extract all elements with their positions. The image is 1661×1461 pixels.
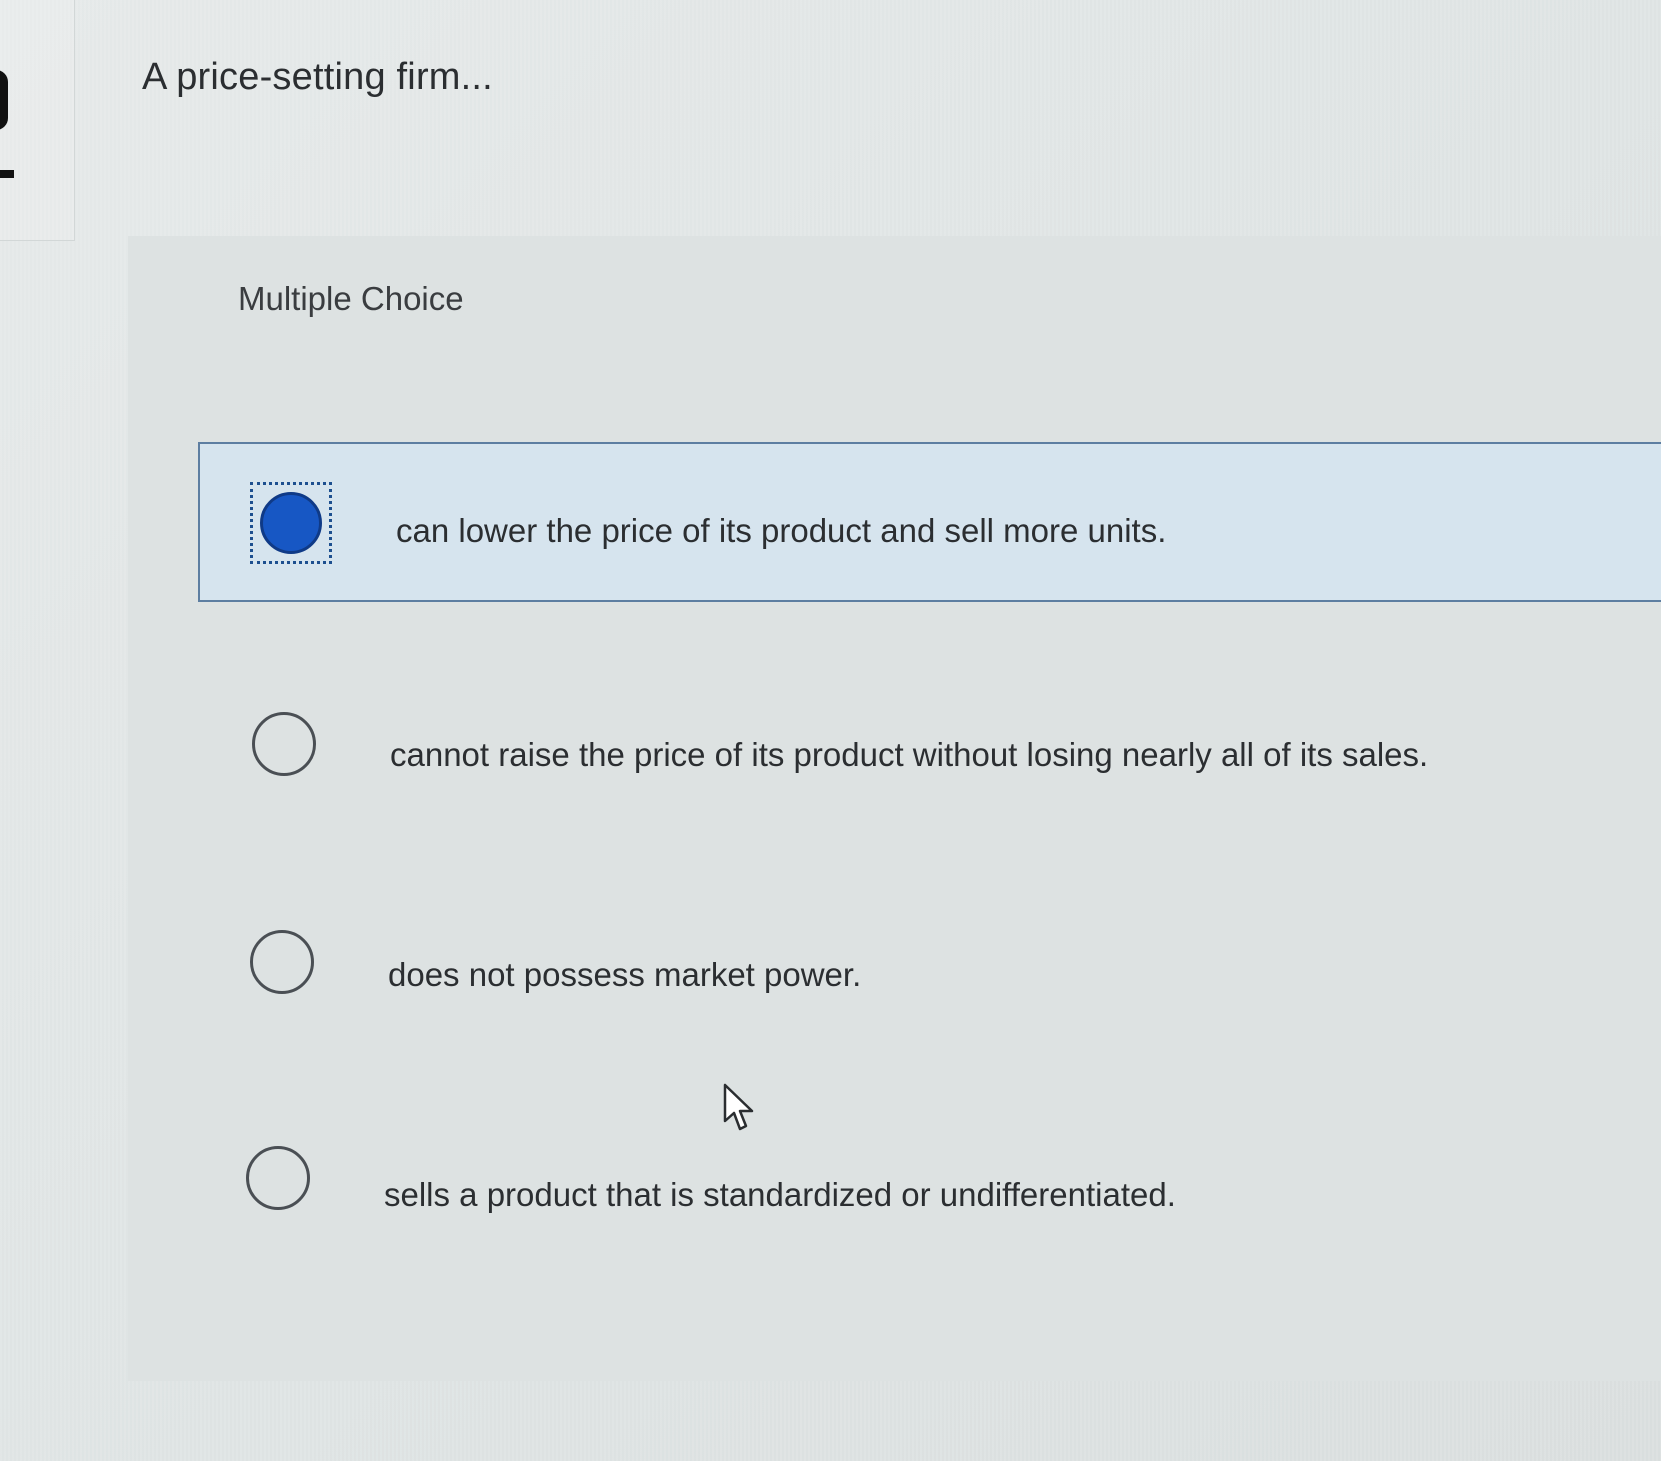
question-prompt: A price-setting firm... bbox=[142, 56, 493, 98]
choice-label: can lower the price of its product and s… bbox=[396, 512, 1167, 549]
choice-label: does not possess market power. bbox=[388, 956, 862, 993]
radio-button[interactable] bbox=[246, 1146, 310, 1210]
mouse-pointer-icon bbox=[723, 1083, 754, 1131]
edge-bracket-foot bbox=[0, 170, 14, 178]
choice-option-2[interactable]: cannot raise the price of its product wi… bbox=[198, 680, 1661, 840]
choice-label: sells a product that is standardized or … bbox=[384, 1176, 1176, 1213]
radio-button[interactable] bbox=[250, 930, 314, 994]
radio-focus-outline bbox=[250, 482, 332, 564]
choice-label: cannot raise the price of its product wi… bbox=[390, 736, 1429, 773]
choice-option-4[interactable]: sells a product that is standardized or … bbox=[198, 1114, 1661, 1274]
choice-option-3[interactable]: does not possess market power. bbox=[198, 898, 1661, 1058]
edge-bracket bbox=[0, 70, 8, 130]
choice-option-1[interactable]: can lower the price of its product and s… bbox=[198, 442, 1661, 602]
question-type-label: Multiple Choice bbox=[238, 280, 464, 317]
left-side-panel bbox=[0, 0, 75, 241]
screen: A price-setting firm... Multiple Choice … bbox=[0, 0, 1661, 1461]
radio-button[interactable] bbox=[252, 712, 316, 776]
radio-button-selected[interactable] bbox=[260, 492, 322, 554]
